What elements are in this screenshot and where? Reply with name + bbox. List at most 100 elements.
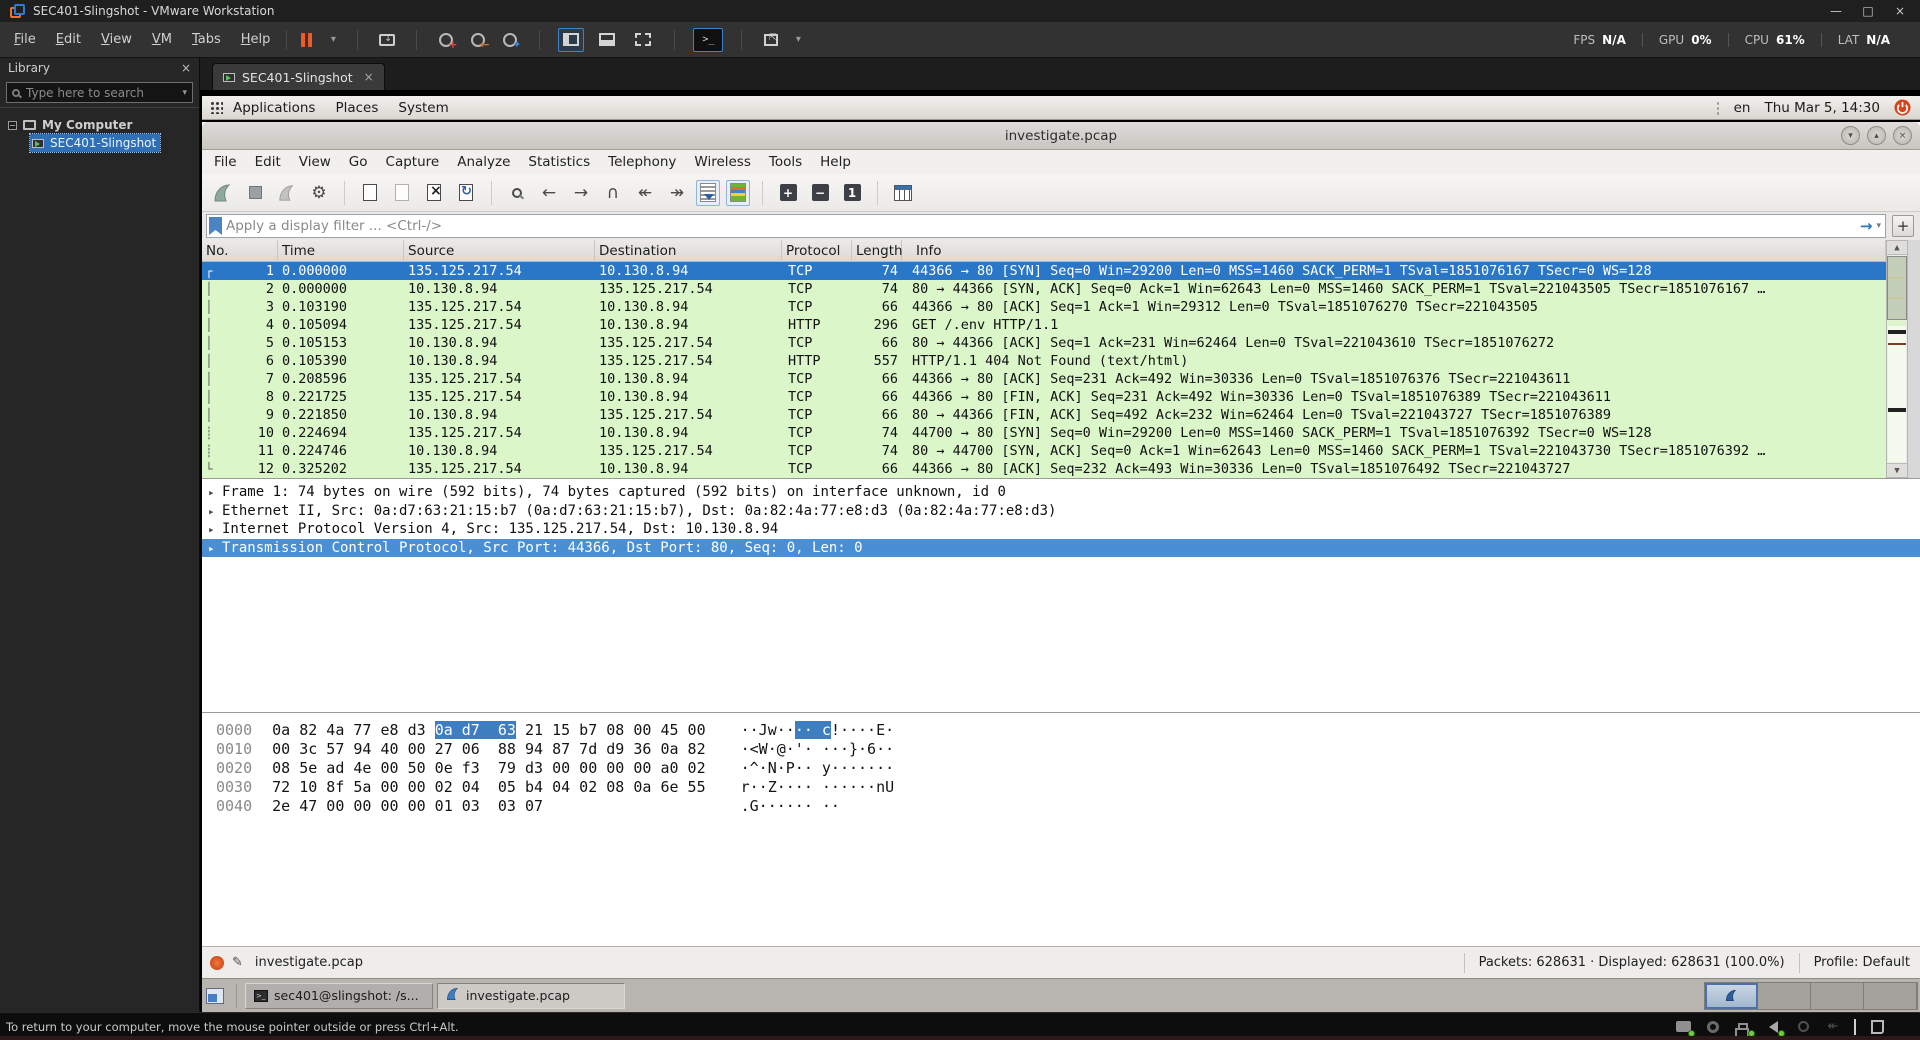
vmware-menu-item[interactable]: Help <box>233 29 279 50</box>
close-button[interactable]: × <box>1886 4 1914 18</box>
close-file-icon[interactable] <box>421 180 447 206</box>
packet-row[interactable]: │ 6 0.105390 10.130.8.94 135.125.217.54 … <box>202 352 1886 370</box>
tree-expander-icon[interactable]: − <box>8 121 17 130</box>
cd-rom-icon[interactable] <box>1704 1020 1722 1034</box>
applications-grid-icon[interactable] <box>210 101 223 114</box>
profile-selector[interactable]: Profile: Default <box>1799 953 1920 973</box>
apply-filter-icon[interactable]: → <box>1860 217 1873 235</box>
hard-disk-icon[interactable] <box>1674 1020 1692 1034</box>
fit-guest-caret-icon[interactable]: ▾ <box>792 29 804 51</box>
display-filter-input[interactable] <box>226 218 1856 234</box>
auto-scroll-icon[interactable] <box>696 180 720 206</box>
keyboard-layout-indicator[interactable]: en <box>1734 100 1751 116</box>
wireshark-menu-item[interactable]: View <box>291 152 339 172</box>
vm-tab-close-icon[interactable]: × <box>364 70 374 84</box>
start-capture-icon[interactable] <box>210 180 236 206</box>
shutdown-icon[interactable] <box>1894 99 1911 116</box>
workspace-cell[interactable] <box>1864 983 1917 1009</box>
wireshark-titlebar[interactable]: investigate.pcap ▾ ▴ × <box>202 122 1920 150</box>
find-packet-icon[interactable] <box>504 180 530 206</box>
packet-row[interactable]: │ 7 0.208596 135.125.217.54 10.130.8.94 … <box>202 370 1886 388</box>
gnome-menu-item[interactable]: System <box>398 100 448 116</box>
previous-packet-icon[interactable]: ↞ <box>632 180 658 206</box>
taskbar-window-button[interactable]: investigate.pcap <box>437 983 625 1009</box>
network-adapter-icon[interactable] <box>1734 1020 1752 1034</box>
packet-row[interactable]: │ 5 0.105153 10.130.8.94 135.125.217.54 … <box>202 334 1886 352</box>
packet-row[interactable]: │ 3 0.103190 135.125.217.54 10.130.8.94 … <box>202 298 1886 316</box>
minimize-button[interactable]: — <box>1822 4 1850 18</box>
save-file-icon[interactable] <box>389 180 415 206</box>
vmware-menu-item[interactable]: View <box>93 29 140 50</box>
packet-list-scrollbar[interactable]: ▲ ▼ <box>1886 240 1908 478</box>
tree-item-my-computer[interactable]: − My Computer <box>0 116 199 134</box>
wireshark-menu-item[interactable]: File <box>206 152 245 172</box>
wireshark-menu-item[interactable]: Telephony <box>600 152 684 172</box>
filter-bookmark-icon[interactable] <box>209 217 222 235</box>
vmware-menu-item[interactable]: Tabs <box>184 29 229 50</box>
packet-row[interactable]: │ 9 0.221850 10.130.8.94 135.125.217.54 … <box>202 406 1886 424</box>
capture-options-icon[interactable]: ⚙ <box>306 180 332 206</box>
scroll-up-icon[interactable]: ▲ <box>1887 241 1907 255</box>
go-forward-icon[interactable]: → <box>568 180 594 206</box>
column-header-time[interactable]: Time <box>278 240 404 262</box>
detail-line[interactable]: ▸Frame 1: 74 bytes on wire (592 bits), 7… <box>202 483 1920 502</box>
zoom-original-icon[interactable]: 1 <box>839 180 865 206</box>
zoom-out-icon[interactable]: − <box>807 180 833 206</box>
fit-guest-icon[interactable] <box>760 29 782 51</box>
pause-vm-icon[interactable] <box>295 29 317 51</box>
tree-item-vm[interactable]: SEC401-Slingshot <box>30 134 160 152</box>
column-header-no[interactable]: No. <box>202 240 278 262</box>
search-caret-icon[interactable]: ▾ <box>182 88 187 98</box>
workspace-cell[interactable] <box>1811 983 1864 1009</box>
column-header-source[interactable]: Source <box>404 240 595 262</box>
manage-snapshots-icon[interactable] <box>499 29 521 51</box>
resize-columns-icon[interactable] <box>890 180 916 206</box>
console-view-button[interactable]: >_ <box>693 28 723 52</box>
packet-row[interactable]: │ 8 0.221725 135.125.217.54 10.130.8.94 … <box>202 388 1886 406</box>
next-packet-icon[interactable]: ↠ <box>664 180 690 206</box>
library-close-icon[interactable]: × <box>181 61 191 75</box>
wireshark-menu-item[interactable]: Statistics <box>520 152 598 172</box>
message-log-icon[interactable] <box>1868 1020 1886 1034</box>
workspace-cell[interactable] <box>1705 983 1758 1009</box>
fullscreen-toggle-icon[interactable] <box>630 28 656 52</box>
capture-comment-icon[interactable]: ✎ <box>232 955 243 970</box>
expand-triangle-icon[interactable]: ▸ <box>208 540 222 558</box>
packet-row[interactable]: └ 12 0.325202 135.125.217.54 10.130.8.94… <box>202 460 1886 478</box>
gnome-menu-item[interactable]: Applications <box>233 100 315 116</box>
gnome-menu-item[interactable]: Places <box>335 100 378 116</box>
column-header-info[interactable]: Info <box>912 240 1886 262</box>
library-search[interactable]: Type here to search ▾ <box>6 82 193 103</box>
wireshark-close-button[interactable]: × <box>1893 126 1912 145</box>
maximize-button[interactable]: □ <box>1854 4 1882 18</box>
go-back-icon[interactable]: ← <box>536 180 562 206</box>
shrink-icon[interactable]: ↞ <box>1824 1020 1842 1034</box>
packet-row[interactable]: ┊ 11 0.224746 10.130.8.94 135.125.217.54… <box>202 442 1886 460</box>
detail-line[interactable]: ▸Transmission Control Protocol, Src Port… <box>202 539 1920 558</box>
packet-row[interactable]: ┌ 1 0.000000 135.125.217.54 10.130.8.94 … <box>202 262 1886 280</box>
hex-row[interactable]: 001000 3c 57 94 40 00 27 06 88 94 87 7d … <box>216 740 1920 759</box>
detail-line[interactable]: ▸Ethernet II, Src: 0a:d7:63:21:15:b7 (0a… <box>202 502 1920 521</box>
separator[interactable] <box>1854 1019 1856 1035</box>
wireshark-menu-item[interactable]: Capture <box>378 152 448 172</box>
expand-triangle-icon[interactable]: ▸ <box>208 503 222 521</box>
wireshark-menu-item[interactable]: Analyze <box>449 152 518 172</box>
wireshark-minimize-button[interactable]: ▾ <box>1841 126 1860 145</box>
hex-row[interactable]: 003072 10 8f 5a 00 00 02 04 05 b4 04 02 … <box>216 778 1920 797</box>
revert-snapshot-icon[interactable] <box>467 29 489 51</box>
wireshark-menu-item[interactable]: Tools <box>761 152 810 172</box>
show-desktop-button[interactable] <box>206 984 237 1008</box>
usb-device-icon[interactable] <box>1794 1020 1812 1034</box>
restart-capture-icon[interactable] <box>274 180 300 206</box>
colorize-icon[interactable] <box>726 180 750 206</box>
show-thumbnail-bar-toggle-icon[interactable] <box>594 28 620 52</box>
taskbar-window-button[interactable]: >_ sec401@slingshot: /s... <box>245 983 433 1009</box>
scrollbar-thumb[interactable] <box>1887 256 1907 320</box>
vm-tab[interactable]: SEC401-Slingshot × <box>212 63 385 90</box>
clock-applet[interactable]: Thu Mar 5, 14:30 <box>1765 100 1881 116</box>
column-header-length[interactable]: Length <box>852 240 902 262</box>
sound-icon[interactable] <box>1764 1020 1782 1034</box>
wireshark-menu-item[interactable]: Wireless <box>686 152 759 172</box>
send-ctrl-alt-del-icon[interactable] <box>376 29 398 51</box>
column-header-destination[interactable]: Destination <box>595 240 782 262</box>
